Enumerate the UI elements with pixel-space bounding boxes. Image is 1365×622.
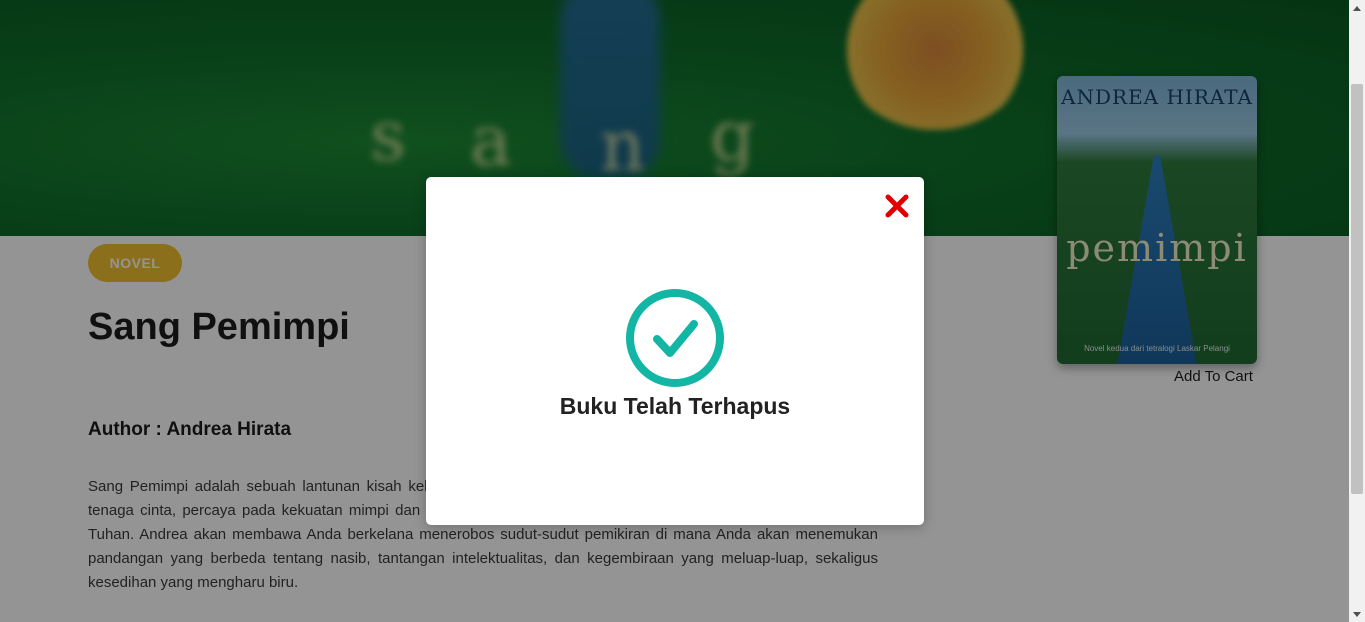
- scroll-down-arrow-icon[interactable]: [1349, 606, 1365, 622]
- check-circle-icon: [624, 287, 726, 389]
- delete-success-modal: Buku Telah Terhapus: [426, 177, 924, 525]
- modal-message: Buku Telah Terhapus: [559, 393, 791, 419]
- vertical-scrollbar[interactable]: [1349, 0, 1365, 622]
- page: s a n g NOVEL Sang Pemimpi Author : Andr…: [0, 0, 1349, 622]
- scrollbar-thumb[interactable]: [1351, 84, 1363, 494]
- close-icon[interactable]: [884, 193, 910, 219]
- scroll-up-arrow-icon[interactable]: [1349, 0, 1365, 16]
